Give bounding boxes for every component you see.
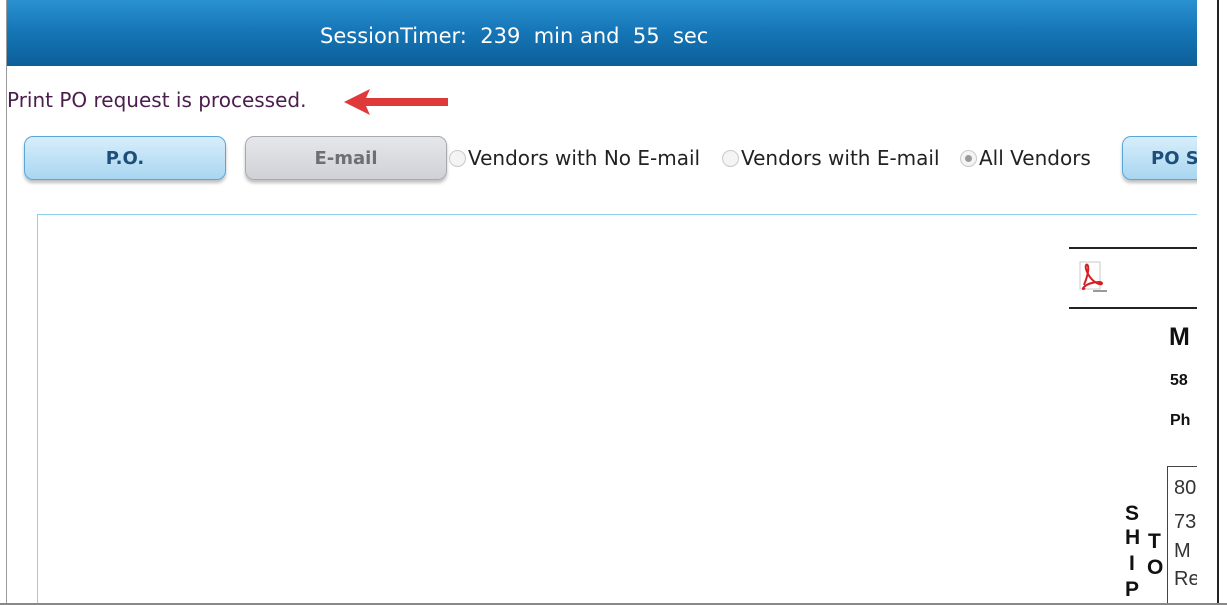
pdf-icon[interactable] xyxy=(1075,260,1109,294)
radio-circle[interactable] xyxy=(449,149,466,167)
address-fragment: 73 xyxy=(1174,511,1197,533)
address-fragment: M xyxy=(1174,540,1191,562)
radio-all-vendors[interactable]: All Vendors xyxy=(960,146,1091,170)
session-min-unit: min and xyxy=(533,24,627,48)
session-minutes: 239 xyxy=(480,24,527,48)
po-button[interactable]: P.O. xyxy=(24,136,226,180)
ship-to-letter: P xyxy=(1125,578,1140,601)
divider xyxy=(1069,307,1197,309)
ship-to-letter: H xyxy=(1125,526,1141,549)
ship-to-letter: T xyxy=(1148,530,1161,553)
po-summary-button[interactable]: PO S xyxy=(1122,136,1197,180)
radio-label: Vendors with E-mail xyxy=(741,146,940,170)
vendor-address-fragment: 58 xyxy=(1170,372,1188,389)
red-arrow-icon xyxy=(344,89,448,115)
address-fragment: Re xyxy=(1174,568,1197,590)
session-timer-label: SessionTimer: xyxy=(320,24,474,48)
session-timer-text: SessionTimer: 239 min and 55 sec xyxy=(320,24,708,48)
vendor-name-fragment: M xyxy=(1169,323,1190,351)
radio-label: All Vendors xyxy=(979,146,1091,170)
radio-circle-selected[interactable] xyxy=(960,149,977,167)
radio-vendors-with-email[interactable]: Vendors with E-mail xyxy=(722,146,940,170)
status-message: Print PO request is processed. xyxy=(7,88,307,112)
vendor-phone-fragment: Ph xyxy=(1170,412,1191,429)
document-preview-pane xyxy=(37,214,1197,605)
ship-to-letter: I xyxy=(1129,552,1135,575)
radio-label: Vendors with No E-mail xyxy=(468,146,701,170)
session-seconds: 55 xyxy=(632,24,667,48)
ship-to-letter: S xyxy=(1125,502,1140,525)
ship-to-letter: O xyxy=(1147,556,1164,579)
radio-circle[interactable] xyxy=(722,149,739,167)
email-button[interactable]: E-mail xyxy=(245,136,447,180)
address-fragment: 80 xyxy=(1174,477,1197,499)
window-edge xyxy=(1217,0,1219,605)
radio-vendors-no-email[interactable]: Vendors with No E-mail xyxy=(449,146,700,170)
session-sec-unit: sec xyxy=(672,24,709,48)
divider xyxy=(1069,247,1197,249)
session-timer-bar: SessionTimer: 239 min and 55 sec xyxy=(7,0,1197,66)
browser-frame: SessionTimer: 239 min and 55 sec Print P… xyxy=(6,0,1197,605)
